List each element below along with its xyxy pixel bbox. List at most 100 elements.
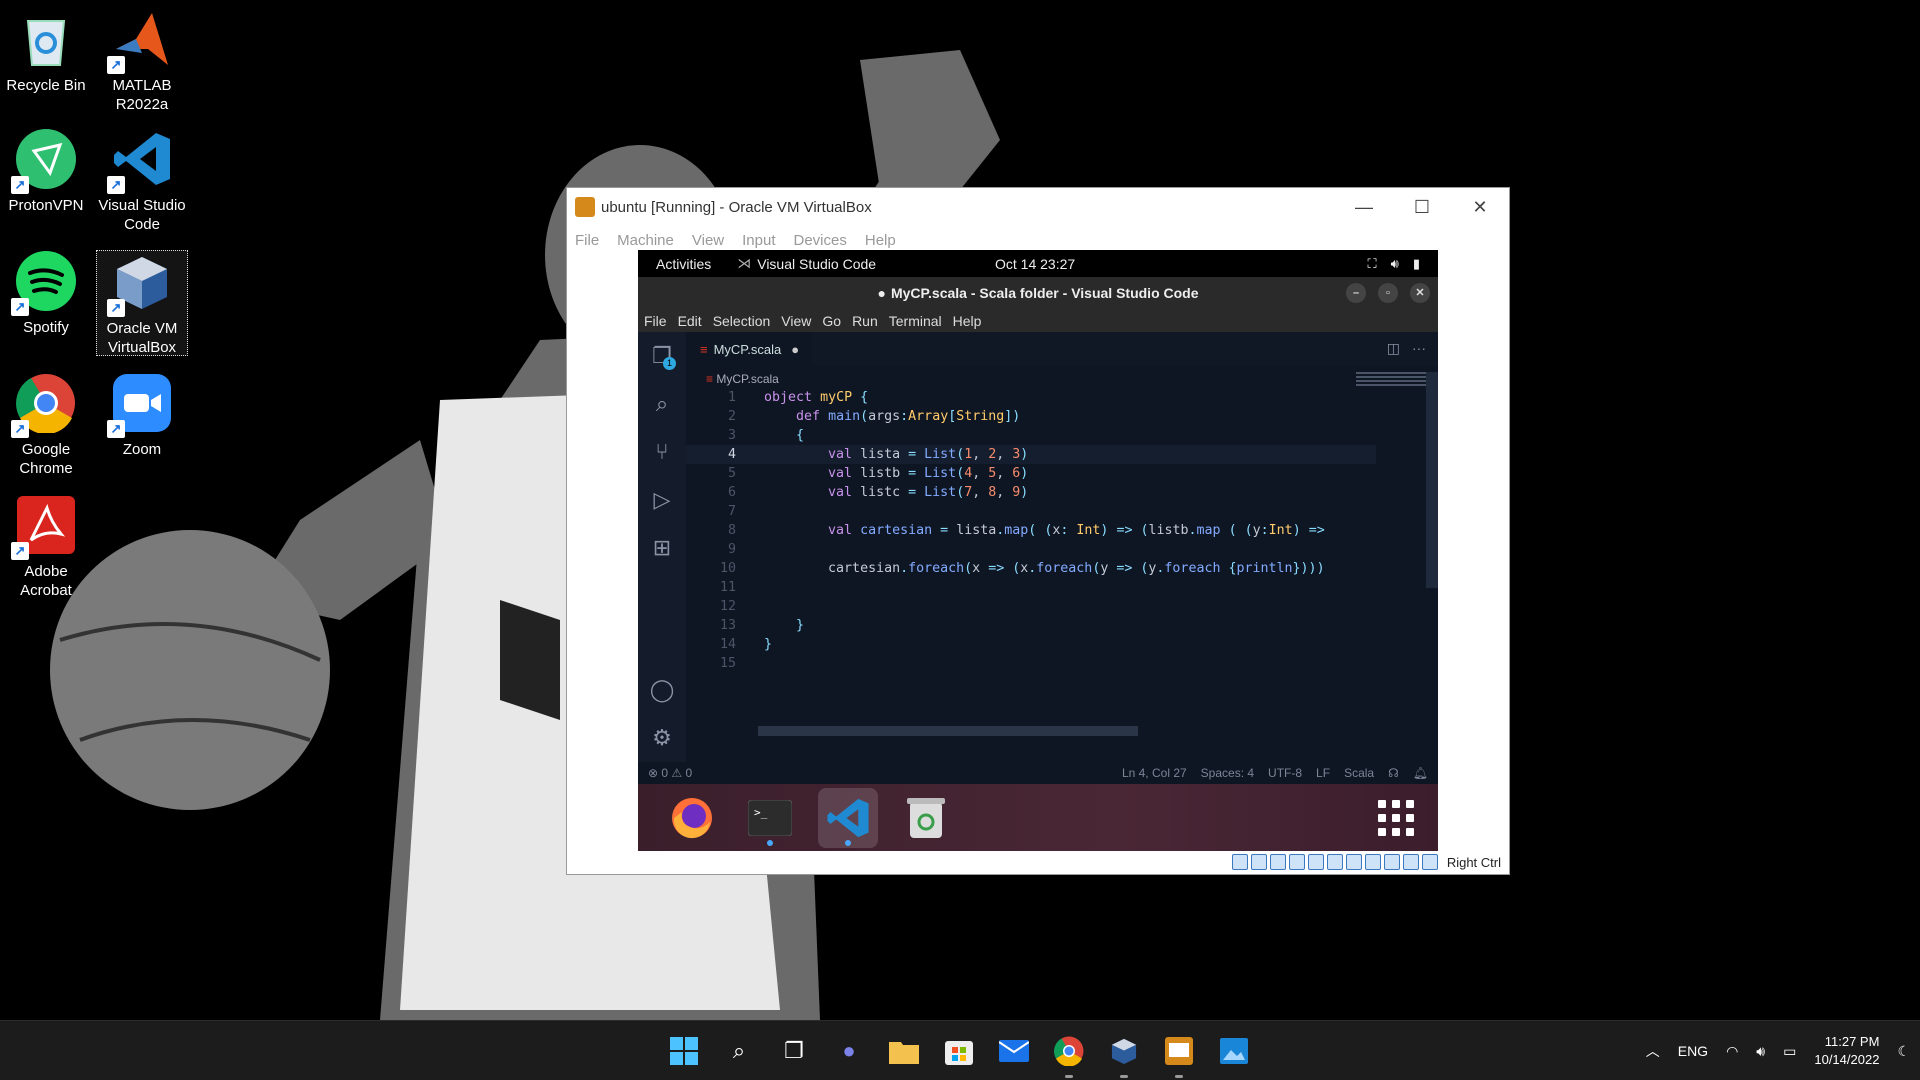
vscode-menu-run[interactable]: Run: [852, 313, 878, 329]
split-editor-icon[interactable]: ◫: [1387, 340, 1400, 357]
search-icon[interactable]: ⌕: [719, 1031, 759, 1071]
virtualbox-window[interactable]: ubuntu [Running] - Oracle VM VirtualBox …: [566, 187, 1510, 875]
recording-icon[interactable]: [1364, 854, 1381, 870]
menu-view[interactable]: View: [692, 232, 724, 249]
volume-icon[interactable]: 🔊︎: [1391, 256, 1399, 272]
menu-devices[interactable]: Devices: [794, 232, 847, 249]
vm-window-taskbar-icon[interactable]: [1159, 1031, 1199, 1078]
mouse-integration-icon[interactable]: [1402, 854, 1419, 870]
vscode-menu-terminal[interactable]: Terminal: [889, 313, 942, 329]
microsoft-store-icon[interactable]: [939, 1031, 979, 1071]
breadcrumb[interactable]: ≡ MyCP.scala: [706, 372, 779, 386]
tab-mycp-scala[interactable]: ≡ MyCP.scala ●: [686, 332, 812, 366]
chat-icon[interactable]: ●: [829, 1031, 869, 1071]
task-view-icon[interactable]: ❐: [774, 1031, 814, 1071]
file-explorer-icon[interactable]: [884, 1031, 924, 1071]
network-icon[interactable]: ⛶: [1368, 256, 1377, 272]
shared-folders-icon[interactable]: [1326, 854, 1343, 870]
line-ending[interactable]: LF: [1316, 766, 1330, 780]
virtualbox-taskbar-icon[interactable]: [1104, 1031, 1144, 1078]
audio-icon[interactable]: [1269, 854, 1286, 870]
battery-icon[interactable]: ▮: [1413, 256, 1420, 272]
problems-indicator[interactable]: ⊗ 0 ⚠ 0: [648, 766, 692, 780]
show-applications-icon[interactable]: [1378, 799, 1414, 836]
notifications-icon[interactable]: 🔔︎: [1413, 766, 1428, 780]
run-debug-icon[interactable]: ▷: [638, 476, 686, 524]
display-icon[interactable]: [1345, 854, 1362, 870]
encoding[interactable]: UTF-8: [1268, 766, 1302, 780]
protonvpn-icon: ↗: [11, 128, 77, 194]
extensions-icon[interactable]: ⊞: [638, 524, 686, 572]
current-line[interactable]: 4 val listа = List(1, 2, 3): [686, 445, 1376, 464]
keyboard-capture-icon[interactable]: [1421, 854, 1438, 870]
activities-button[interactable]: Activities: [656, 256, 711, 272]
desktop-icon-matlab[interactable]: ↗ MATLAB R2022a: [96, 8, 188, 114]
vscode-minimize-button[interactable]: –: [1346, 283, 1366, 303]
gear-icon[interactable]: ⚙: [638, 714, 686, 762]
desktop-icon-chrome[interactable]: ↗ Google Chrome: [0, 372, 92, 478]
desktop-icon-vscode[interactable]: ↗ Visual Studio Code: [96, 128, 188, 234]
focused-app-name[interactable]: Visual Studio Code: [757, 256, 876, 272]
minimap[interactable]: [1356, 372, 1426, 396]
account-icon[interactable]: ◯: [638, 666, 686, 714]
desktop-icon-acrobat[interactable]: ↗ Adobe Acrobat: [0, 494, 92, 600]
maximize-button[interactable]: ☐: [1393, 197, 1451, 218]
trash-dock-item[interactable]: [896, 788, 956, 848]
chrome-icon[interactable]: [1049, 1031, 1089, 1078]
vscode-dock-item[interactable]: [818, 787, 878, 848]
terminal-dock-item[interactable]: >_: [740, 788, 800, 848]
menu-file[interactable]: File: [575, 232, 599, 249]
mail-icon[interactable]: [994, 1031, 1034, 1071]
code-editor[interactable]: 1 object myCP { 2 def main(args:Array[Str…: [686, 388, 1376, 698]
cpu-icon[interactable]: [1383, 854, 1400, 870]
vertical-scrollbar[interactable]: [1426, 372, 1438, 588]
virtualbox-titlebar[interactable]: ubuntu [Running] - Oracle VM VirtualBox …: [567, 188, 1509, 226]
cursor-position[interactable]: Ln 4, Col 27: [1122, 766, 1187, 780]
desktop-icon-virtualbox[interactable]: ↗ Oracle VM VirtualBox: [96, 250, 188, 356]
usb-icon[interactable]: [1307, 854, 1324, 870]
horizontal-scrollbar[interactable]: [758, 726, 1138, 736]
menu-input[interactable]: Input: [742, 232, 775, 249]
gnome-clock[interactable]: Oct 14 23:27: [995, 256, 1075, 272]
vscode-restore-button[interactable]: ▫: [1378, 283, 1398, 303]
desktop-icon-spotify[interactable]: ↗ Spotify: [0, 250, 92, 337]
show-hidden-icons-icon[interactable]: ︿: [1646, 1041, 1660, 1061]
breadcrumb-file[interactable]: MyCP.scala: [716, 372, 778, 386]
focus-assist-icon[interactable]: ☾: [1897, 1043, 1910, 1060]
vm-screen[interactable]: Activities ⋊ Visual Studio Code Oct 14 2…: [638, 250, 1438, 851]
network-adapter-icon[interactable]: [1288, 854, 1305, 870]
volume-icon[interactable]: 🔊︎: [1756, 1043, 1765, 1060]
vscode-menu-file[interactable]: File: [644, 313, 667, 329]
more-actions-icon[interactable]: ···: [1412, 340, 1426, 357]
vscode-menu-view[interactable]: View: [781, 313, 811, 329]
photos-icon[interactable]: [1214, 1031, 1254, 1071]
vscode-menu-help[interactable]: Help: [953, 313, 982, 329]
minimize-button[interactable]: —: [1335, 197, 1393, 218]
vscode-menu-selection[interactable]: Selection: [713, 313, 771, 329]
unsaved-dot-icon[interactable]: ●: [791, 342, 799, 357]
vscode-menu-go[interactable]: Go: [822, 313, 841, 329]
system-clock[interactable]: 11:27 PM 10/14/2022: [1814, 1033, 1879, 1069]
desktop-icon-protonvpn[interactable]: ↗ ProtonVPN: [0, 128, 92, 215]
desktop-icon-zoom[interactable]: ↗ Zoom: [96, 372, 188, 459]
battery-icon[interactable]: ▭: [1783, 1043, 1796, 1060]
hdd-icon[interactable]: [1231, 854, 1248, 870]
language-mode[interactable]: Scala: [1344, 766, 1374, 780]
feedback-icon[interactable]: ☊: [1388, 766, 1399, 780]
vscode-menu-edit[interactable]: Edit: [678, 313, 702, 329]
source-control-icon[interactable]: ⑂: [638, 428, 686, 476]
vscode-close-button[interactable]: ✕: [1410, 283, 1430, 303]
firefox-dock-item[interactable]: [662, 788, 722, 848]
vscode-titlebar[interactable]: ● MyCP.scala - Scala folder - Visual Stu…: [638, 277, 1438, 309]
menu-machine[interactable]: Machine: [617, 232, 674, 249]
close-button[interactable]: ✕: [1451, 197, 1509, 218]
start-button[interactable]: [664, 1031, 704, 1071]
wifi-icon[interactable]: ◠: [1726, 1043, 1738, 1060]
desktop-icon-recycle-bin[interactable]: Recycle Bin: [0, 8, 92, 95]
optical-drive-icon[interactable]: [1250, 854, 1267, 870]
indentation[interactable]: Spaces: 4: [1201, 766, 1254, 780]
menu-help[interactable]: Help: [865, 232, 896, 249]
input-language[interactable]: ENG: [1678, 1043, 1708, 1059]
explorer-icon[interactable]: ❐ 1: [638, 332, 686, 380]
search-icon[interactable]: ⌕: [638, 380, 686, 428]
